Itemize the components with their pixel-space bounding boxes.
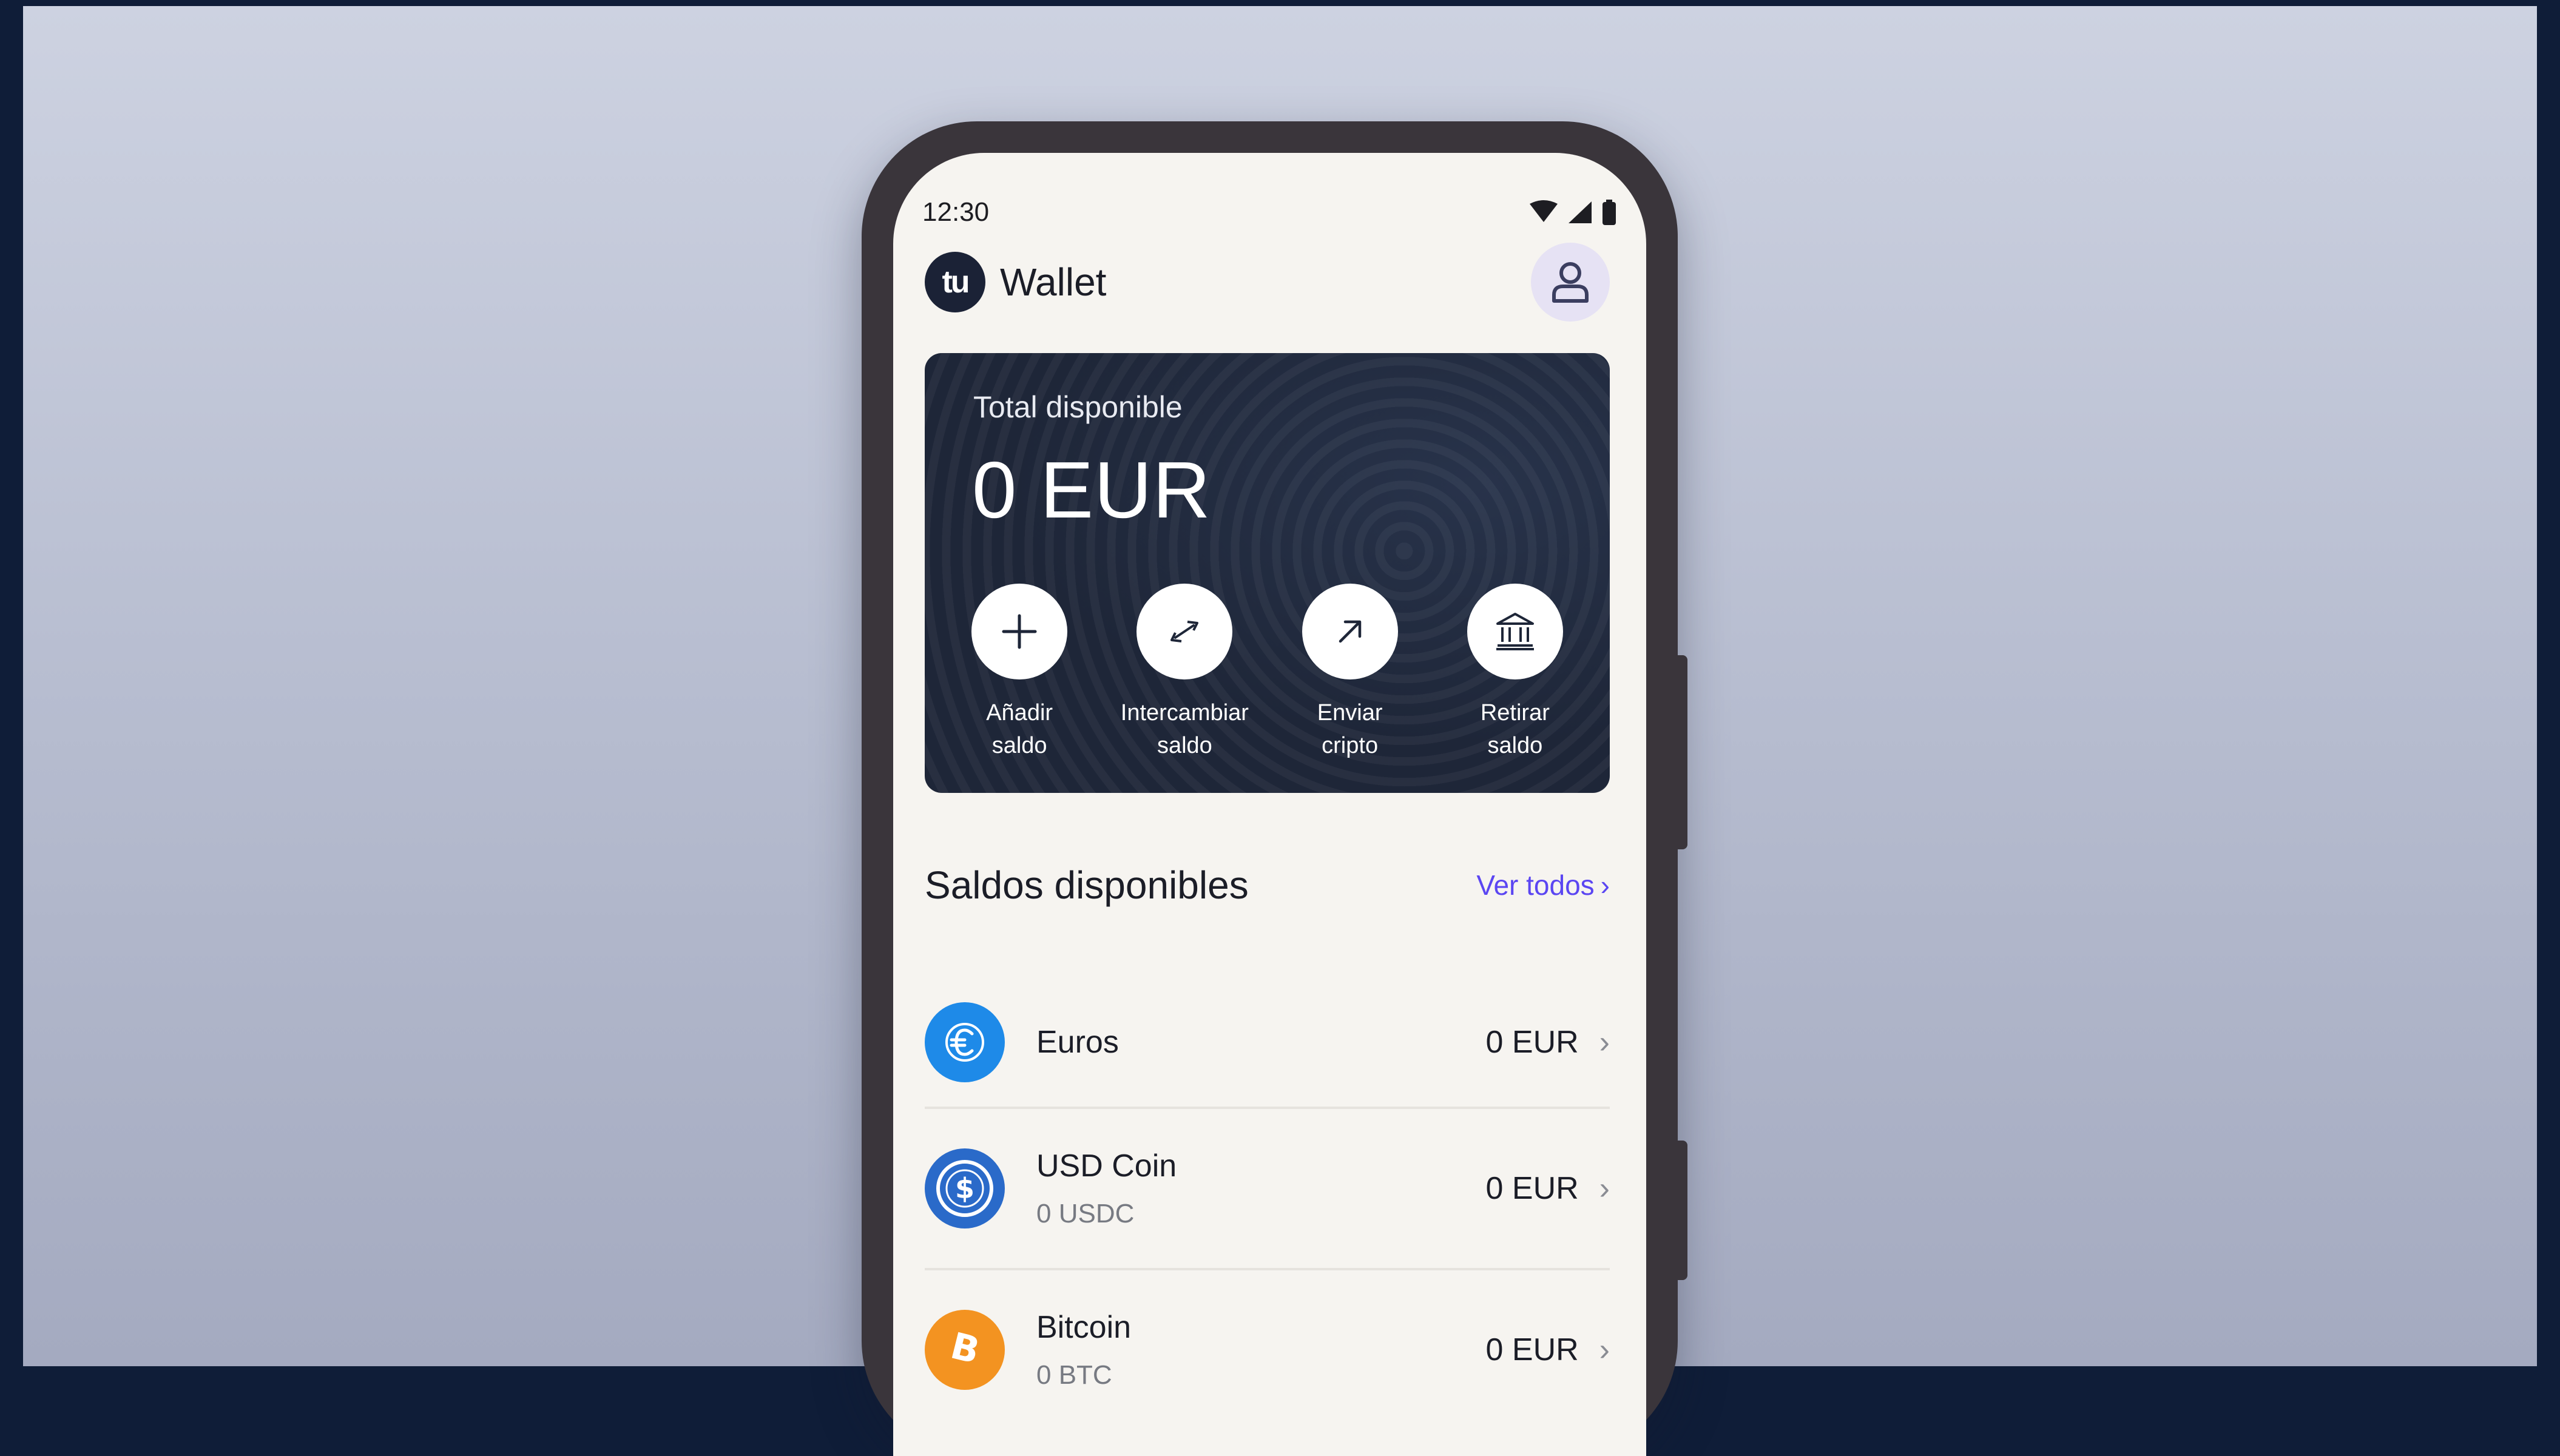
bank-icon: [1494, 612, 1536, 652]
exchange-balance-label: Intercambiar saldo: [1121, 696, 1249, 762]
status-icons: [1528, 200, 1617, 225]
status-time: 12:30: [922, 197, 989, 228]
send-crypto-button[interactable]: Enviar cripto: [1271, 584, 1429, 762]
total-label: Total disponible: [973, 389, 1183, 425]
usdc-icon: $: [925, 1148, 1005, 1228]
svg-text:B: B: [947, 1326, 984, 1373]
asset-name: USD Coin: [1036, 1148, 1486, 1184]
balance-row-euros[interactable]: Euros 0 EUR ›: [925, 978, 1610, 1109]
plus-icon: [1001, 613, 1038, 650]
balances-list: Euros 0 EUR › $ USD Coin 0 USDC 0 EU: [925, 978, 1610, 1429]
add-balance-circle[interactable]: [971, 584, 1067, 679]
balances-header: Saldos disponibles Ver todos›: [925, 863, 1610, 908]
chevron-right-icon: ›: [1599, 1024, 1610, 1060]
wifi-icon: [1528, 200, 1559, 224]
asset-value: 0 EUR: [1486, 1024, 1579, 1060]
withdraw-balance-label: Retirar saldo: [1481, 696, 1550, 762]
asset-text: Bitcoin 0 BTC: [1036, 1309, 1486, 1390]
bitcoin-icon: B: [925, 1310, 1005, 1390]
profile-button[interactable]: [1531, 243, 1610, 322]
app-title: Wallet: [1000, 260, 1106, 305]
withdraw-balance-circle[interactable]: [1467, 584, 1563, 679]
balance-card: Total disponible 0 EUR Añadir saldo: [925, 353, 1610, 793]
balance-row-usdc[interactable]: $ USD Coin 0 USDC 0 EUR ›: [925, 1109, 1610, 1270]
brand: tu Wallet: [925, 252, 1106, 312]
see-all-label: Ver todos: [1476, 869, 1594, 901]
euro-icon: [925, 1002, 1005, 1082]
arrow-up-right-icon: [1333, 615, 1367, 649]
phone-screen: 12:30 tu Wallet Total disponib: [893, 153, 1646, 1456]
app-logo: tu: [925, 252, 985, 312]
chevron-right-icon: ›: [1599, 1170, 1610, 1207]
send-crypto-label: Enviar cripto: [1317, 696, 1383, 762]
asset-value: 0 EUR: [1486, 1332, 1579, 1368]
signal-icon: [1567, 200, 1593, 224]
power-button: [1675, 1141, 1687, 1280]
chevron-right-icon: ›: [1601, 869, 1610, 901]
send-crypto-circle[interactable]: [1302, 584, 1398, 679]
asset-name: Bitcoin: [1036, 1309, 1486, 1346]
user-icon: [1551, 261, 1590, 303]
exchange-balance-circle[interactable]: [1136, 584, 1232, 679]
svg-text:$: $: [955, 1172, 974, 1205]
status-bar: 12:30: [922, 194, 1617, 231]
chevron-right-icon: ›: [1599, 1332, 1610, 1368]
volume-button: [1675, 655, 1687, 849]
swap-icon: [1163, 613, 1206, 650]
app-header: tu Wallet: [925, 243, 1610, 322]
asset-value: 0 EUR: [1486, 1170, 1579, 1207]
withdraw-balance-button[interactable]: Retirar saldo: [1436, 584, 1594, 762]
asset-text: Euros: [1036, 1024, 1486, 1060]
asset-sub: 0 USDC: [1036, 1199, 1486, 1229]
action-row: Añadir saldo Intercambiar saldo: [937, 584, 1598, 762]
battery-icon: [1601, 200, 1617, 225]
asset-name: Euros: [1036, 1024, 1486, 1060]
asset-text: USD Coin 0 USDC: [1036, 1148, 1486, 1229]
balance-row-bitcoin[interactable]: B Bitcoin 0 BTC 0 EUR ›: [925, 1270, 1610, 1429]
balances-title: Saldos disponibles: [925, 863, 1249, 908]
phone-frame: 12:30 tu Wallet Total disponib: [862, 121, 1678, 1456]
see-all-link[interactable]: Ver todos›: [1476, 869, 1610, 902]
asset-sub: 0 BTC: [1036, 1360, 1486, 1390]
total-amount: 0 EUR: [972, 444, 1211, 536]
exchange-balance-button[interactable]: Intercambiar saldo: [1106, 584, 1263, 762]
add-balance-label: Añadir saldo: [986, 696, 1053, 762]
add-balance-button[interactable]: Añadir saldo: [941, 584, 1098, 762]
